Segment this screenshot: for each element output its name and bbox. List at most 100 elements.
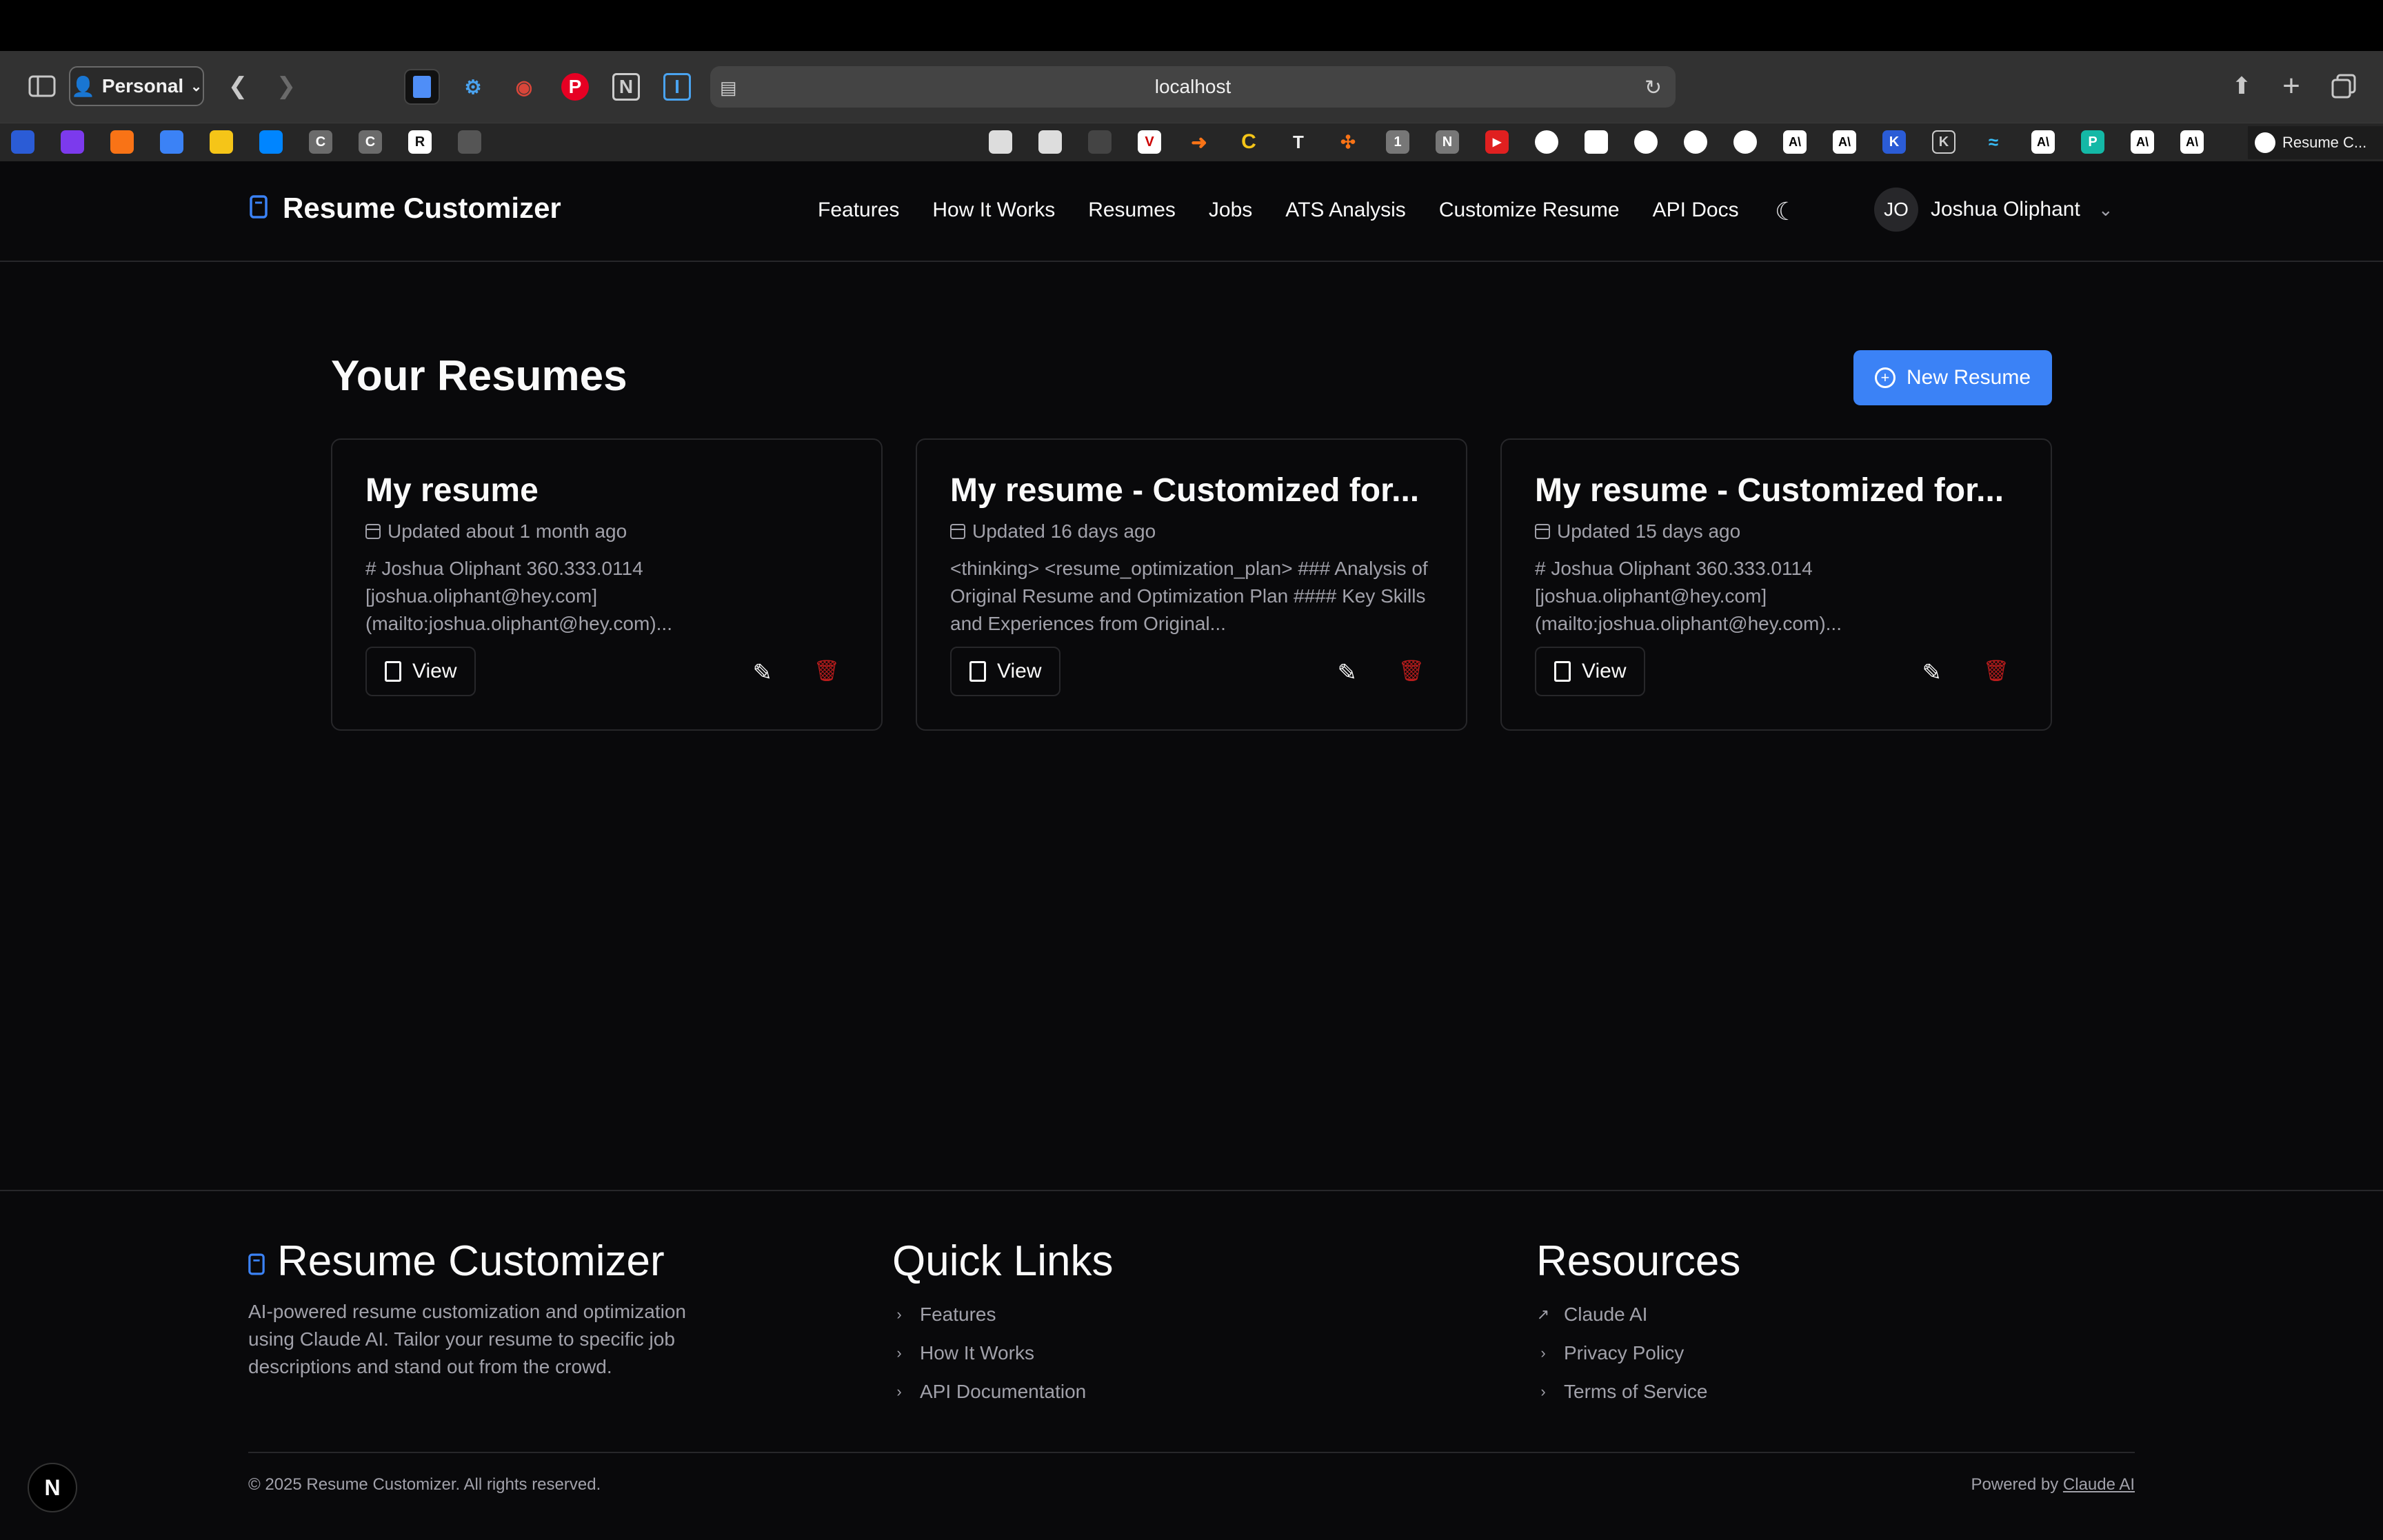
footer-link-features[interactable]: › Features bbox=[892, 1295, 1113, 1334]
tab-overview-icon[interactable] bbox=[2328, 70, 2360, 102]
address-text: localhost bbox=[1154, 76, 1231, 97]
file-icon bbox=[1554, 661, 1571, 682]
view-button[interactable]: View bbox=[365, 647, 476, 696]
new-tab-icon[interactable]: + bbox=[2275, 69, 2307, 103]
claude-ai-link[interactable]: Claude AI bbox=[2063, 1475, 2135, 1494]
page-menu-icon[interactable]: ▤ bbox=[720, 77, 737, 99]
menu-bar-area bbox=[0, 0, 2383, 51]
favorite-icon[interactable]: K bbox=[1932, 130, 1955, 154]
profile-label: Personal bbox=[101, 75, 184, 97]
favorite-icon[interactable] bbox=[11, 130, 34, 154]
trash-icon[interactable]: 🗑 bbox=[1398, 659, 1425, 683]
favorite-icon[interactable] bbox=[61, 130, 84, 154]
favorite-icon[interactable] bbox=[1088, 130, 1112, 154]
nav-link-api-docs[interactable]: API Docs bbox=[1653, 199, 1739, 222]
calendar-icon bbox=[365, 524, 381, 539]
file-icon bbox=[385, 661, 401, 682]
trash-icon[interactable]: 🗑 bbox=[814, 659, 840, 683]
nyt-icon[interactable]: T bbox=[1287, 130, 1310, 154]
footer-link-claude-ai[interactable]: ↗ Claude AI bbox=[1536, 1295, 1740, 1334]
screen: 👤 Personal ⌄ ❮ ❯ ⚙ ◉ P N I localhost ▤ ↻… bbox=[0, 0, 2383, 1540]
favorite-icon[interactable]: C bbox=[359, 130, 382, 154]
nav-link-resumes[interactable]: Resumes bbox=[1088, 199, 1176, 222]
favorite-icon[interactable] bbox=[989, 130, 1012, 154]
forward-icon[interactable]: ❯ bbox=[270, 70, 302, 102]
anthropic-icon[interactable]: A\ bbox=[2131, 130, 2154, 154]
resume-list: My resume Updated about 1 month ago # Jo… bbox=[331, 438, 2052, 731]
nav-link-customize-resume[interactable]: Customize Resume bbox=[1439, 199, 1620, 222]
document-icon bbox=[248, 1237, 265, 1286]
resume-excerpt: # Joshua Oliphant 360.333.0114 [joshua.o… bbox=[365, 558, 672, 634]
user-menu[interactable]: JO Joshua Oliphant ⌄ bbox=[1874, 188, 2113, 232]
trash-icon[interactable]: 🗑 bbox=[1983, 659, 2009, 683]
favorite-icon[interactable] bbox=[110, 130, 134, 154]
favorite-icon[interactable]: ✣ bbox=[1336, 130, 1360, 154]
tailwind-icon[interactable]: ≈ bbox=[1982, 130, 2005, 154]
notion-icon[interactable]: N bbox=[612, 73, 640, 101]
nav-link-jobs[interactable]: Jobs bbox=[1209, 199, 1252, 222]
favorite-icon[interactable]: ➜ bbox=[1187, 130, 1211, 154]
favorite-icon[interactable] bbox=[160, 130, 183, 154]
favorite-icon[interactable]: C bbox=[309, 130, 332, 154]
new-resume-button[interactable]: + New Resume bbox=[1853, 350, 2052, 405]
youtube-icon[interactable]: ▶ bbox=[1485, 130, 1509, 154]
chevron-down-icon: ⌄ bbox=[2098, 199, 2113, 220]
sidebar-toggle-icon[interactable] bbox=[26, 70, 58, 102]
footer-link-terms-of-service[interactable]: › Terms of Service bbox=[1536, 1372, 1740, 1411]
chevron-right-icon: › bbox=[1540, 1344, 1546, 1361]
view-button[interactable]: View bbox=[950, 647, 1061, 696]
favorite-icon[interactable]: 1 bbox=[1386, 130, 1409, 154]
extension-icon[interactable]: ◉ bbox=[506, 69, 542, 105]
address-bar[interactable]: localhost bbox=[710, 66, 1676, 108]
footer-link-privacy-policy[interactable]: › Privacy Policy bbox=[1536, 1334, 1740, 1372]
anthropic-icon[interactable]: A\ bbox=[1833, 130, 1856, 154]
favorite-icon[interactable]: K bbox=[1882, 130, 1906, 154]
favorite-icon[interactable]: P bbox=[2081, 130, 2104, 154]
github-icon[interactable] bbox=[1733, 130, 1757, 154]
nextjs-dev-indicator-icon[interactable]: N bbox=[28, 1463, 77, 1512]
favorite-icon[interactable]: N bbox=[1436, 130, 1459, 154]
favorite-icon[interactable] bbox=[210, 130, 233, 154]
anthropic-icon[interactable]: A\ bbox=[1783, 130, 1807, 154]
instapaper-icon[interactable]: I bbox=[663, 73, 691, 101]
theme-toggle-moon-icon[interactable]: ☾ bbox=[1775, 197, 1797, 226]
favorite-icon[interactable] bbox=[1585, 130, 1608, 154]
footer-link-api-documentation[interactable]: › API Documentation bbox=[892, 1372, 1113, 1411]
pinterest-icon[interactable]: P bbox=[561, 73, 589, 101]
browser-toolbar: 👤 Personal ⌄ ❮ ❯ ⚙ ◉ P N I localhost ▤ ↻… bbox=[0, 51, 2383, 123]
resume-excerpt: # Joshua Oliphant 360.333.0114 [joshua.o… bbox=[1535, 558, 1842, 634]
share-icon[interactable]: ⬆ bbox=[2226, 70, 2258, 102]
view-button[interactable]: View bbox=[1535, 647, 1646, 696]
favorite-icon[interactable]: V bbox=[1138, 130, 1161, 154]
docs-extension-icon[interactable] bbox=[404, 69, 440, 105]
bluesky-icon[interactable] bbox=[259, 130, 283, 154]
footer-divider bbox=[248, 1452, 2135, 1453]
avatar: JO bbox=[1874, 188, 1918, 232]
edit-icon[interactable]: ✎ bbox=[753, 659, 773, 687]
profile-button[interactable]: 👤 Personal ⌄ bbox=[69, 66, 204, 106]
github-icon[interactable] bbox=[1535, 130, 1558, 154]
calendar-icon bbox=[950, 524, 965, 539]
copyright: © 2025 Resume Customizer. All rights res… bbox=[248, 1475, 601, 1494]
nav-link-features[interactable]: Features bbox=[818, 199, 899, 222]
github-icon[interactable] bbox=[1634, 130, 1658, 154]
brand-link[interactable]: Resume Customizer bbox=[250, 192, 561, 225]
favorite-icon[interactable]: R bbox=[408, 130, 432, 154]
favorite-icon[interactable] bbox=[458, 130, 481, 154]
favorite-icon[interactable] bbox=[1038, 130, 1062, 154]
back-icon[interactable]: ❮ bbox=[222, 70, 254, 102]
active-tab[interactable]: Resume C... bbox=[2248, 126, 2383, 159]
footer-link-how-it-works[interactable]: › How It Works bbox=[892, 1334, 1113, 1372]
favorite-icon[interactable]: C bbox=[1237, 130, 1260, 154]
extension-icon[interactable]: ⚙ bbox=[455, 69, 491, 105]
anthropic-icon[interactable]: A\ bbox=[2031, 130, 2055, 154]
edit-icon[interactable]: ✎ bbox=[1922, 659, 1942, 687]
anthropic-icon[interactable]: A\ bbox=[2180, 130, 2204, 154]
nav-link-how-it-works[interactable]: How It Works bbox=[932, 199, 1055, 222]
github-icon[interactable] bbox=[1684, 130, 1707, 154]
nav-link-ats-analysis[interactable]: ATS Analysis bbox=[1285, 199, 1406, 222]
resume-updated: Updated 16 days ago bbox=[950, 520, 1433, 543]
edit-icon[interactable]: ✎ bbox=[1338, 659, 1358, 687]
quick-links-heading: Quick Links bbox=[892, 1237, 1114, 1285]
reload-icon[interactable]: ↻ bbox=[1645, 76, 1662, 100]
